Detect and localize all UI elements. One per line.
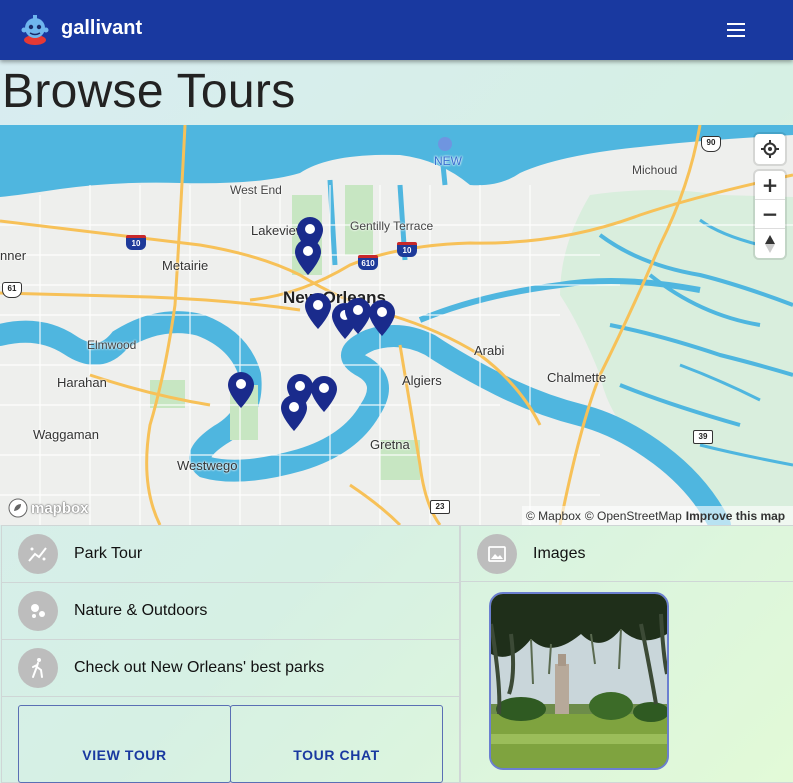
map-label-waggaman: Waggaman <box>33 427 99 442</box>
tour-marker[interactable] <box>305 293 331 329</box>
highway-shield-i610: 610 <box>358 255 378 270</box>
map-attribution: © Mapbox © OpenStreetMap Improve this ma… <box>522 506 793 525</box>
tour-marker[interactable] <box>369 300 395 336</box>
map-label-chalmette: Chalmette <box>547 370 607 385</box>
map-label-airport: NEW <box>434 154 462 168</box>
images-header: Images <box>461 525 793 582</box>
walking-person-icon <box>32 658 43 678</box>
view-tour-button[interactable]: VIEW TOUR <box>18 705 231 783</box>
image-icon <box>488 546 506 562</box>
zoom-controls: + − <box>755 171 785 258</box>
compass-icon <box>765 234 775 253</box>
mapbox-logo-icon <box>8 498 28 518</box>
gallivant-logo-icon[interactable] <box>18 13 52 47</box>
map-label-gentilly: Gentilly Terrace <box>350 219 434 233</box>
map-label-kenner: nner <box>0 248 27 263</box>
page-title: Browse Tours <box>2 65 296 118</box>
map-label-michoud: Michoud <box>632 163 678 177</box>
park-photo <box>491 594 667 768</box>
tour-chat-button[interactable]: TOUR CHAT <box>230 705 443 783</box>
mapbox-logo[interactable]: mapbox <box>8 498 89 518</box>
map-label-metairie: Metairie <box>162 258 209 273</box>
description-avatar <box>18 648 58 688</box>
airport-icon <box>438 137 452 151</box>
crosshair-icon <box>761 140 779 158</box>
map-label-arabi: Arabi <box>474 343 505 358</box>
mapbox-attribution-link[interactable]: © Mapbox <box>526 509 581 523</box>
map-label-elmwood: Elmwood <box>87 338 137 352</box>
highway-shield-us61: 61 <box>2 282 22 298</box>
tour-image-thumbnail[interactable] <box>489 592 669 770</box>
bubbles-icon <box>31 604 45 618</box>
highway-shield-i10-west: 10 <box>126 235 146 250</box>
zoom-in-button[interactable]: + <box>755 171 785 200</box>
map-base-layer <box>0 125 793 525</box>
geolocate-button[interactable] <box>755 134 785 164</box>
tour-category: Nature & Outdoors <box>74 602 208 619</box>
compass-button[interactable] <box>755 229 785 258</box>
highway-shield-la39: 39 <box>693 430 713 444</box>
highway-shield-us90: 90 <box>701 136 721 152</box>
highway-shield-la23: 23 <box>430 500 450 514</box>
map-label-west-end: West End <box>230 183 282 197</box>
tour-marker[interactable] <box>311 376 337 412</box>
tour-description: Check out New Orleans' best parks <box>74 659 325 676</box>
details-divider <box>2 696 460 697</box>
tour-name: Park Tour <box>74 545 143 562</box>
images-avatar <box>477 534 517 574</box>
route-icon <box>28 547 47 562</box>
map-label-harahan: Harahan <box>57 375 107 390</box>
map-label-gretna: Gretna <box>370 437 410 452</box>
map-label-algiers: Algiers <box>402 373 442 388</box>
hamburger-menu-icon[interactable] <box>722 18 750 42</box>
tour-marker[interactable] <box>345 298 371 334</box>
tour-type-avatar <box>18 534 58 574</box>
tour-marker[interactable] <box>295 239 321 275</box>
tour-category-row: Nature & Outdoors <box>2 582 460 639</box>
tour-map[interactable]: West End Lakeview Gentilly Terrace Metai… <box>0 125 793 525</box>
tour-marker[interactable] <box>228 372 254 408</box>
mapbox-logo-text: mapbox <box>31 499 89 517</box>
tour-name-row: Park Tour <box>2 525 460 582</box>
tour-description-row: Check out New Orleans' best parks <box>2 639 460 696</box>
app-brand[interactable]: gallivant <box>61 17 142 40</box>
improve-map-link[interactable]: Improve this map <box>686 509 785 523</box>
map-label-westwego: Westwego <box>177 458 238 473</box>
tour-marker[interactable] <box>281 395 307 431</box>
zoom-out-button[interactable]: − <box>755 200 785 229</box>
osm-attribution-link[interactable]: © OpenStreetMap <box>585 509 682 523</box>
highway-shield-i10-east: 10 <box>397 242 417 257</box>
images-heading: Images <box>533 545 586 562</box>
category-avatar <box>18 591 58 631</box>
app-bar: gallivant <box>0 0 793 60</box>
